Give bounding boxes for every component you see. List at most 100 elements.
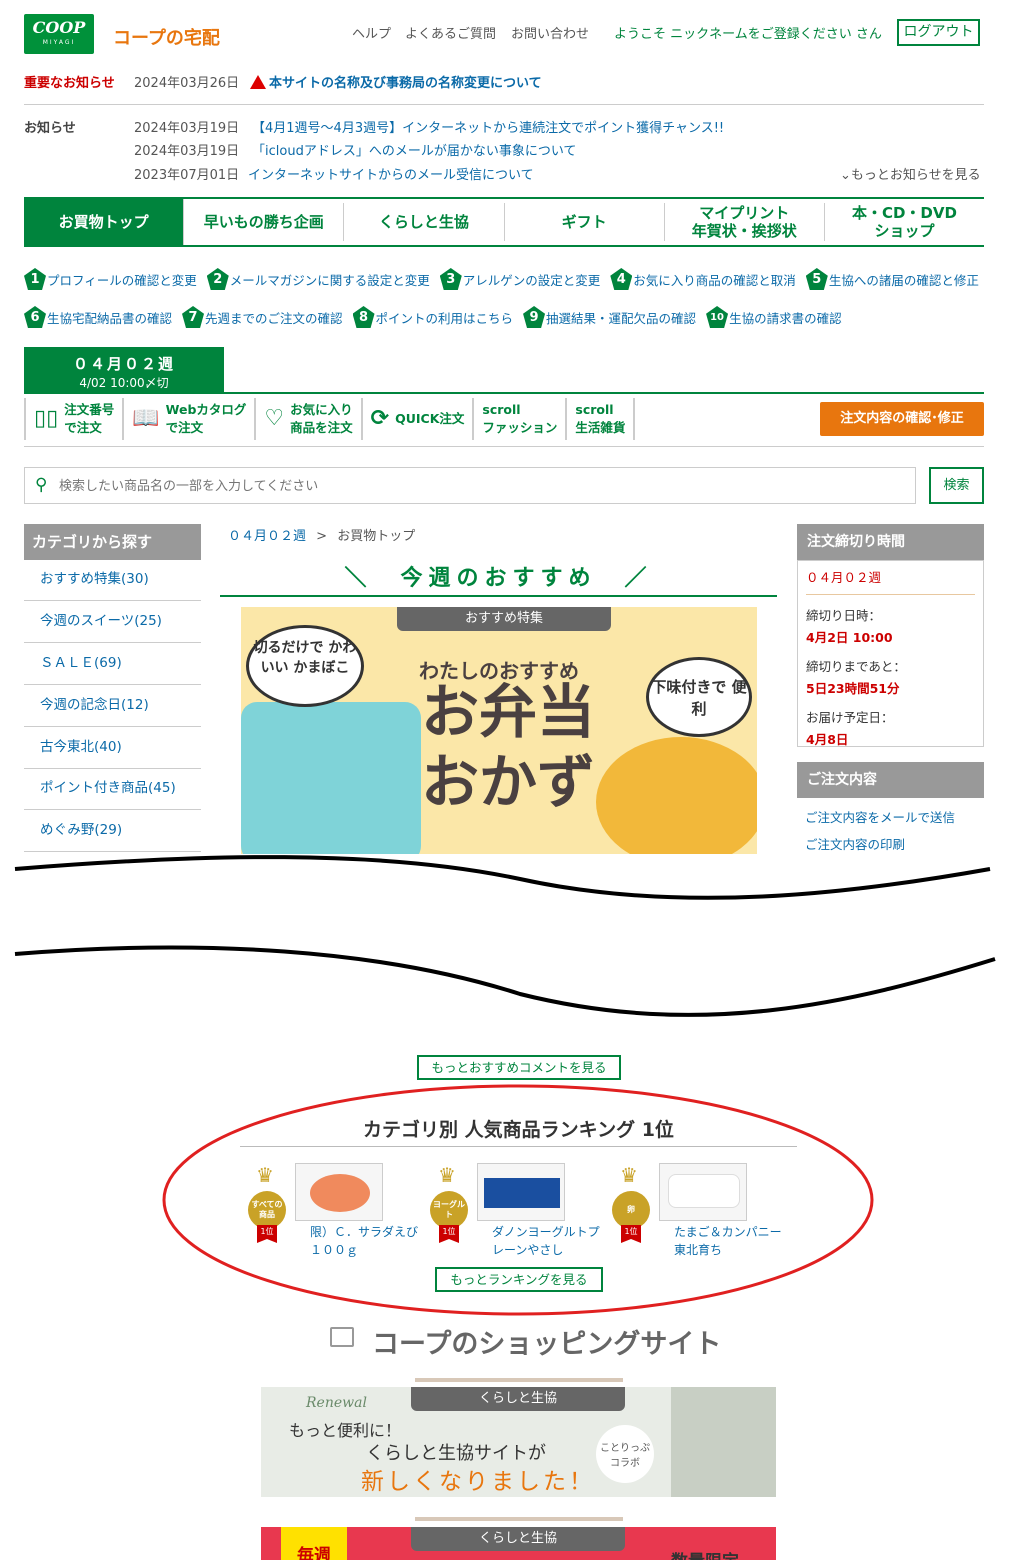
recommend-title: ＼ 今週のおすすめ ／	[220, 560, 777, 592]
order-nav-label-2: で注文	[165, 420, 204, 435]
product-name-link[interactable]: 限）Ｃ．サラダえび１００ｇ	[310, 1223, 418, 1259]
weekly-banner[interactable]: 毎週 くらしと生協 数量限定	[261, 1527, 776, 1560]
nav-book-shop[interactable]: 本・CD・DVD ショップ	[825, 203, 984, 241]
logout-button[interactable]: ログアウト	[897, 19, 980, 46]
banner-collab: ことりっぷ コラボ	[596, 1425, 654, 1483]
step-label: 生協の請求書の確認	[729, 310, 842, 326]
deadline-close-value: 4月2日 10:00	[806, 630, 893, 645]
print-order-link[interactable]: ご注文内容の印刷	[805, 834, 905, 853]
step-number-badge: 1	[24, 268, 46, 290]
nav-shopping-top[interactable]: お買物トップ	[24, 199, 185, 245]
deadline-box: ０４月０２週 締切り日時： 4月2日 10:00 締切りまであと： 5日23時間…	[797, 560, 984, 747]
step-link[interactable]: 7 先週までのご注文の確認	[182, 306, 343, 328]
category-item[interactable]: おすすめ特集(30)	[24, 559, 201, 601]
category-item[interactable]: 今週のスイーツ(25)	[24, 601, 201, 643]
rank-ribbon: 1位	[257, 1225, 277, 1243]
order-nav-label-2: で注文	[64, 420, 102, 435]
deadline-close-label: 締切り日時：	[806, 608, 882, 623]
web-catalog-button[interactable]: 📖 Webカタログ で注文	[122, 398, 254, 440]
nav-gift[interactable]: ギフト	[505, 203, 665, 241]
steps-row-1: 1 プロフィールの確認と変更 2 メールマガジンに関する設定と変更 3 アレルゲンの設…	[24, 268, 994, 290]
ranking-item[interactable]: ♛ 卵 1位 たまご＆カンパニー東北育ち	[612, 1163, 782, 1263]
logo-subtext: MIYAGI	[42, 39, 76, 46]
step-number-badge: 9	[523, 306, 546, 328]
category-item[interactable]: 古今東北(40)	[24, 727, 201, 769]
ranking-item[interactable]: ♛ ヨーグルト 1位 ダノンヨーグルトプレーンやさし	[430, 1163, 600, 1263]
email-order-link[interactable]: ご注文内容をメールで送信	[805, 807, 955, 826]
recommend-title-text: 今週のおすすめ	[400, 566, 597, 591]
nav-kurashi[interactable]: くらしと生協	[344, 203, 505, 241]
more-news-link[interactable]: ⌄もっとお知らせを見る	[840, 164, 981, 183]
more-comments-button[interactable]: もっとおすすめコメントを見る	[417, 1055, 621, 1080]
more-ranking-button[interactable]: もっとランキングを見る	[435, 1267, 603, 1292]
nav-label: 本・CD・DVD	[851, 204, 957, 222]
coop-logo[interactable]: COOP MIYAGI	[24, 14, 94, 54]
nav-label: マイプリント	[699, 204, 790, 222]
book-icon: ▯▯	[34, 406, 59, 431]
news-link[interactable]: インターネットサイトからのメール受信について	[248, 164, 534, 183]
category-item[interactable]: 今週の記念日(12)	[24, 685, 201, 727]
favorites-order-button[interactable]: ♡ お気に入り 商品を注文	[254, 398, 360, 440]
step-link[interactable]: 8 ポイントの利用はこちら	[352, 306, 513, 328]
quick-order-button[interactable]: ⟳ QUICK注文	[360, 398, 473, 440]
category-item[interactable]: ポイント付き商品(45)	[24, 768, 201, 810]
step-label: アレルゲンの設定と変更	[462, 272, 601, 288]
order-by-number-button[interactable]: ▯▯ 注文番号 で注文	[24, 398, 122, 440]
breadcrumb: ０４月０２週 > お買物トップ	[228, 525, 415, 544]
recommend-banner[interactable]: おすすめ特集 切るだけで かわいい かまぼこ 下味付きで 便利 わたしのおすすめ…	[241, 607, 757, 854]
nav-myprint[interactable]: マイプリント 年賀状・挨拶状	[665, 203, 825, 241]
category-item[interactable]: ＳＡＬＥ(69)	[24, 643, 201, 685]
step-link[interactable]: 4 お気に入り商品の確認と取消	[610, 268, 796, 290]
banner-tag: くらしと生協	[411, 1527, 625, 1551]
nav-early-bird[interactable]: 早いもの勝ち企画	[184, 203, 345, 241]
scroll-goods-button[interactable]: scroll 生活雑貨	[565, 398, 636, 440]
breadcrumb-week-link[interactable]: ０４月０２週	[228, 529, 306, 544]
deadline-remain-value: 5日23時間51分	[806, 681, 900, 696]
kurashi-banner[interactable]: くらしと生協 Renewal もっと便利に！ くらしと生協サイトが 新しくなりま…	[261, 1387, 776, 1497]
order-nav-label: QUICK注文	[395, 411, 465, 426]
category-item[interactable]: めぐみ野(29)	[24, 810, 201, 852]
torn-edge-lines	[14, 855, 996, 1017]
step-link[interactable]: 5 生協への諸届の確認と修正	[805, 268, 979, 290]
steps-row-2: 6 生協宅配納品書の確認 7 先週までのご注文の確認 8 ポイントの利用はこちら 9抽…	[24, 306, 994, 328]
news-label: お知らせ	[24, 121, 76, 136]
category-medal: ヨーグルト	[430, 1191, 468, 1229]
divider	[24, 104, 984, 105]
important-notice-link[interactable]: 本サイトの名称及び事務局の名称変更について	[250, 72, 542, 91]
scroll-fashion-button[interactable]: scroll ファッション	[472, 398, 565, 440]
search-box: ⚲	[24, 467, 916, 504]
step-link[interactable]: 1 プロフィールの確認と変更	[24, 268, 197, 290]
ranking-item[interactable]: ♛ すべての商品 1位 限）Ｃ．サラダえび１００ｇ	[248, 1163, 418, 1263]
news-link[interactable]: 「icloudアドレス」へのメールが届かない事象について	[252, 140, 576, 159]
search-button[interactable]: 検索	[929, 467, 984, 504]
step-link[interactable]: 3 アレルゲンの設定と変更	[439, 268, 601, 290]
contact-link[interactable]: お問い合わせ	[511, 23, 589, 42]
week-tab[interactable]: ０４月０２週 4/02 10:00〆切	[24, 347, 224, 392]
news-date: 2024年03月19日	[134, 121, 240, 136]
site-title[interactable]: コープの宅配	[113, 24, 220, 50]
logo-text: COOP	[32, 18, 86, 37]
more-news-label: もっとお知らせを見る	[850, 168, 981, 183]
rank-ribbon: 1位	[621, 1225, 641, 1243]
product-name-link[interactable]: たまご＆カンパニー東北育ち	[674, 1223, 782, 1259]
help-link[interactable]: ヘルプ	[352, 23, 391, 42]
heart-icon: ♡	[264, 406, 285, 431]
slash-decoration: ／	[624, 566, 653, 591]
banner-title-line: おかず	[421, 748, 596, 816]
category-medal: すべての商品	[248, 1191, 286, 1229]
nav-label: ギフト	[561, 213, 607, 231]
step-link[interactable]: 10 生協の請求書の確認	[706, 306, 842, 328]
step-link[interactable]: 6 生協宅配納品書の確認	[24, 306, 172, 328]
banner-line-3: 新しくなりました！	[361, 1469, 595, 1495]
step-label: メールマガジンに関する設定と変更	[229, 272, 430, 288]
news-link[interactable]: 【4月1週号～4月3週号】インターネットから連続注文でポイント獲得チャンス!!	[252, 117, 724, 136]
welcome-message: ようこそ ニックネームをご登録ください さん	[614, 27, 882, 42]
product-name-link[interactable]: ダノンヨーグルトプレーンやさし	[492, 1223, 600, 1259]
step-link[interactable]: 9 抽選結果・運配欠品の確認	[523, 306, 696, 328]
confirm-order-button[interactable]: 注文内容の確認･修正	[820, 402, 984, 436]
search-input[interactable]	[59, 474, 899, 498]
step-link[interactable]: 2 メールマガジンに関する設定と変更	[206, 268, 430, 290]
divider	[220, 595, 777, 597]
step-label: 生協への諸届の確認と修正	[828, 272, 979, 288]
faq-link[interactable]: よくあるご質問	[405, 23, 496, 42]
